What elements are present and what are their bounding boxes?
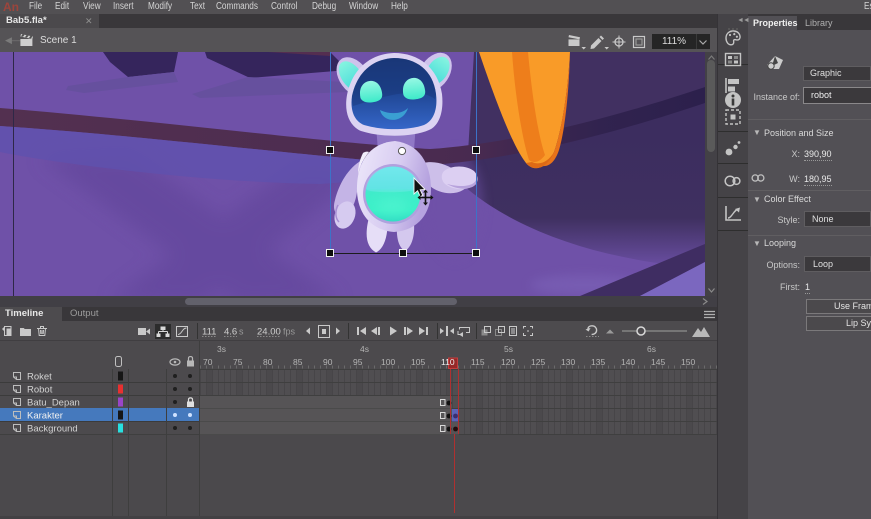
svg-text:Batu_Depan: Batu_Depan xyxy=(27,398,80,409)
svg-text:Karakter: Karakter xyxy=(27,411,63,422)
svg-text:110: 110 xyxy=(441,357,455,367)
svg-text:Roket: Roket xyxy=(27,372,52,383)
svg-text:fps: fps xyxy=(283,327,296,337)
svg-text:111: 111 xyxy=(202,327,216,338)
svg-text:s: s xyxy=(239,327,244,337)
svg-text:Robot: Robot xyxy=(27,385,53,396)
svg-text:Background: Background xyxy=(27,424,78,435)
svg-text:4.6: 4.6 xyxy=(224,327,237,338)
svg-text:24.00: 24.00 xyxy=(257,327,281,338)
